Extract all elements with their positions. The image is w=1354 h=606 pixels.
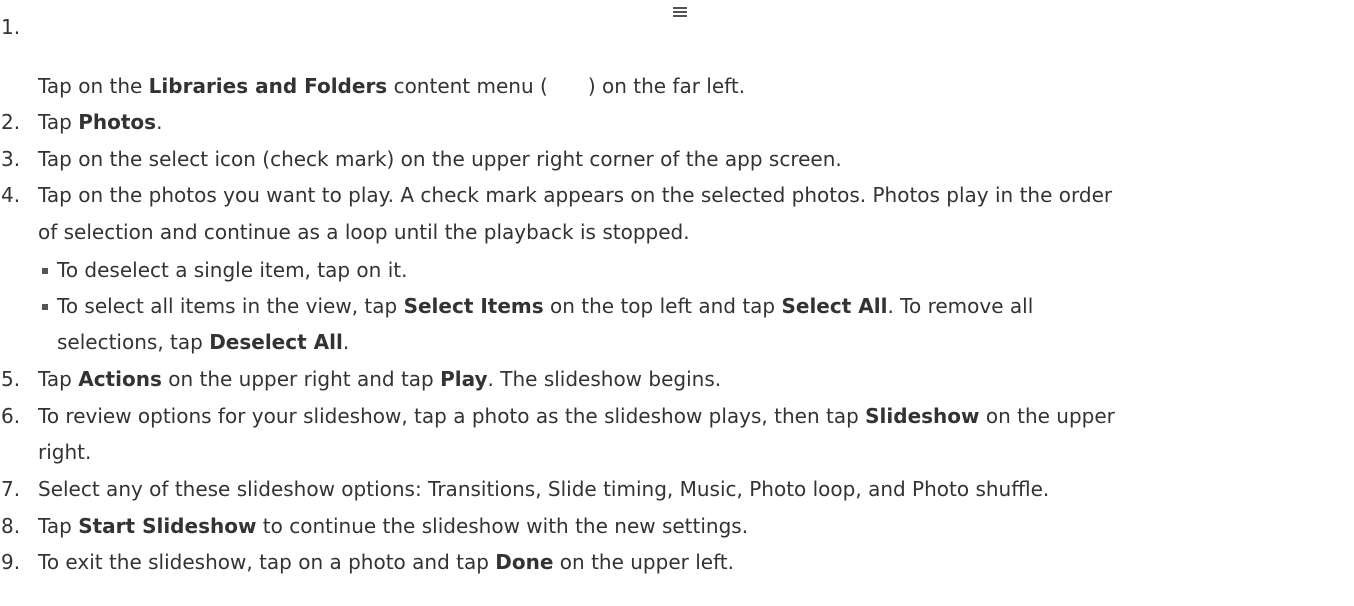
step-number: 2. (1, 110, 21, 134)
step-number: 7. (1, 477, 21, 501)
libraries-and-folders-label: Libraries and Folders (148, 74, 388, 98)
done-label: Done (495, 550, 554, 574)
step-number: 9. (1, 550, 21, 574)
step-number: 6. (1, 404, 21, 428)
play-label: Play (440, 367, 488, 391)
hamburger-menu-icon (673, 7, 687, 17)
start-slideshow-label: Start Slideshow (78, 514, 257, 538)
slideshow-label: Slideshow (865, 404, 980, 428)
bullet-icon (42, 304, 48, 310)
actions-label: Actions (78, 367, 162, 391)
select-items-label: Select Items (403, 294, 544, 318)
bullet-icon (42, 268, 48, 274)
step-number: 5. (1, 367, 21, 391)
photos-label: Photos (78, 110, 157, 134)
step-number: 3. (1, 147, 21, 171)
step-number: 1. (1, 15, 21, 39)
step-number: 4. (1, 183, 21, 207)
deselect-all-label: Deselect All (209, 330, 343, 354)
select-all-label: Select All (781, 294, 888, 318)
step-number: 8. (1, 514, 21, 538)
